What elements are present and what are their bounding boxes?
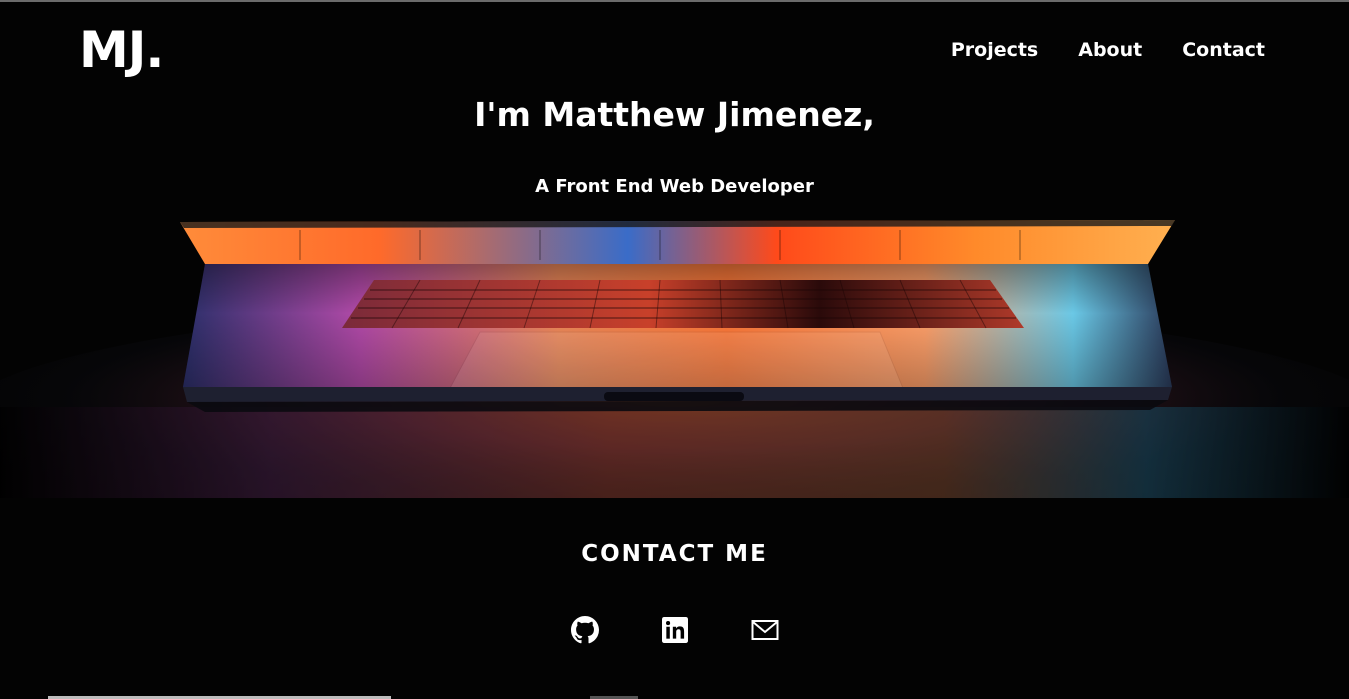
contact-section: CONTACT ME bbox=[0, 498, 1349, 699]
social-links bbox=[0, 615, 1349, 645]
contact-title: CONTACT ME bbox=[581, 541, 768, 567]
email-link[interactable] bbox=[750, 615, 780, 645]
hero-heading: I'm Matthew Jimenez, bbox=[474, 95, 875, 134]
nav-link-projects[interactable]: Projects bbox=[951, 36, 1038, 64]
email-icon bbox=[751, 620, 779, 640]
hero-subheading: A Front End Web Developer bbox=[535, 176, 814, 197]
navbar: MJ. Projects About Contact bbox=[0, 2, 1349, 98]
logo[interactable]: MJ. bbox=[79, 22, 164, 78]
github-icon bbox=[571, 616, 599, 644]
nav-link-about[interactable]: About bbox=[1078, 36, 1142, 64]
linkedin-icon bbox=[662, 617, 688, 643]
nav-link-contact[interactable]: Contact bbox=[1182, 36, 1265, 64]
linkedin-link[interactable] bbox=[660, 615, 690, 645]
hero-section: MJ. Projects About Contact I'm Matthew J… bbox=[0, 2, 1349, 498]
nav-links: Projects About Contact bbox=[951, 36, 1265, 64]
page: MJ. Projects About Contact I'm Matthew J… bbox=[0, 0, 1349, 699]
github-link[interactable] bbox=[570, 615, 600, 645]
